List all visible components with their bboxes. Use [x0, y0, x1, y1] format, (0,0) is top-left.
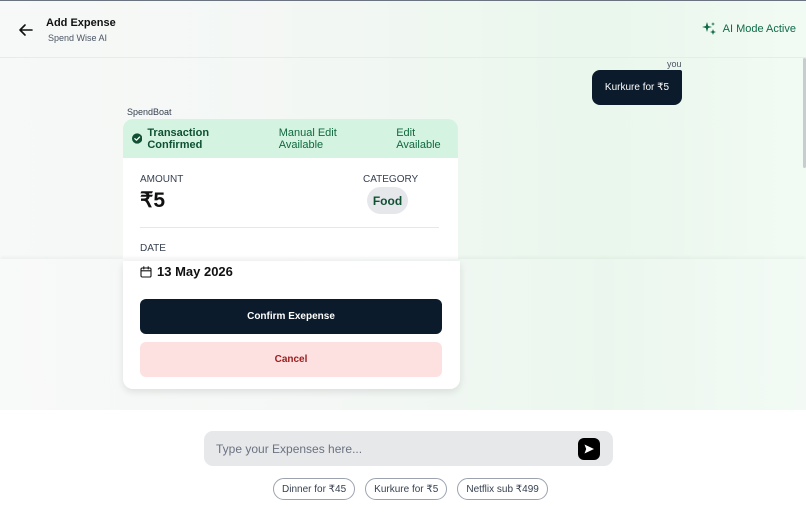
- send-icon: [584, 444, 594, 454]
- ai-mode-label: AI Mode Active: [722, 23, 796, 35]
- amount-label: AMOUNT: [140, 174, 184, 185]
- category-badge: Food: [367, 187, 408, 214]
- suggestion-chips: Dinner for ₹45 Kurkure for ₹5 Netflix su…: [273, 478, 548, 500]
- transaction-card: Transaction Confirmed Manual Edit Availa…: [123, 119, 458, 261]
- arrow-left-icon[interactable]: [17, 21, 35, 39]
- suggestion-chip-kurkure[interactable]: Kurkure for ₹5: [365, 478, 448, 500]
- user-sender-label: you: [667, 59, 682, 69]
- page-title: Add Expense: [46, 17, 116, 29]
- suggestion-chip-dinner[interactable]: Dinner for ₹45: [273, 478, 356, 500]
- app-header: Add Expense Spend Wise AI AI Mode Active: [0, 1, 806, 58]
- status-confirmed-label: Transaction Confirmed: [147, 126, 210, 151]
- page-subtitle: Spend Wise AI: [48, 33, 108, 43]
- send-button[interactable]: [578, 438, 600, 460]
- date-label: DATE: [140, 243, 166, 254]
- manual-edit-link[interactable]: Manual Edit Available: [279, 127, 378, 151]
- amount-value: ₹5: [140, 189, 166, 212]
- status-banner: Transaction Confirmed Manual Edit Availa…: [123, 119, 458, 158]
- ai-mode-indicator: AI Mode Active: [701, 21, 796, 37]
- date-row: 13 May 2026: [140, 264, 233, 279]
- cancel-button[interactable]: Cancel: [140, 342, 442, 377]
- sparkle-icon: [701, 22, 716, 35]
- edit-link[interactable]: Edit Available: [396, 127, 458, 151]
- user-message-bubble: Kurkure for ₹5: [592, 70, 682, 105]
- expense-composer: [204, 431, 613, 466]
- category-label: CATEGORY: [363, 174, 419, 185]
- transaction-card-actions: 13 May 2026 Confirm Exepense Cancel: [123, 261, 460, 389]
- check-circle-icon: [132, 133, 143, 144]
- bot-sender-label: SpendBoat: [127, 107, 172, 117]
- calendar-icon: [140, 265, 152, 278]
- card-divider: [140, 227, 439, 228]
- date-value: 13 May 2026: [157, 264, 233, 279]
- confirm-expense-button[interactable]: Confirm Exepense: [140, 299, 442, 334]
- suggestion-chip-netflix[interactable]: Netflix sub ₹499: [457, 478, 548, 500]
- expense-input[interactable]: [216, 439, 556, 459]
